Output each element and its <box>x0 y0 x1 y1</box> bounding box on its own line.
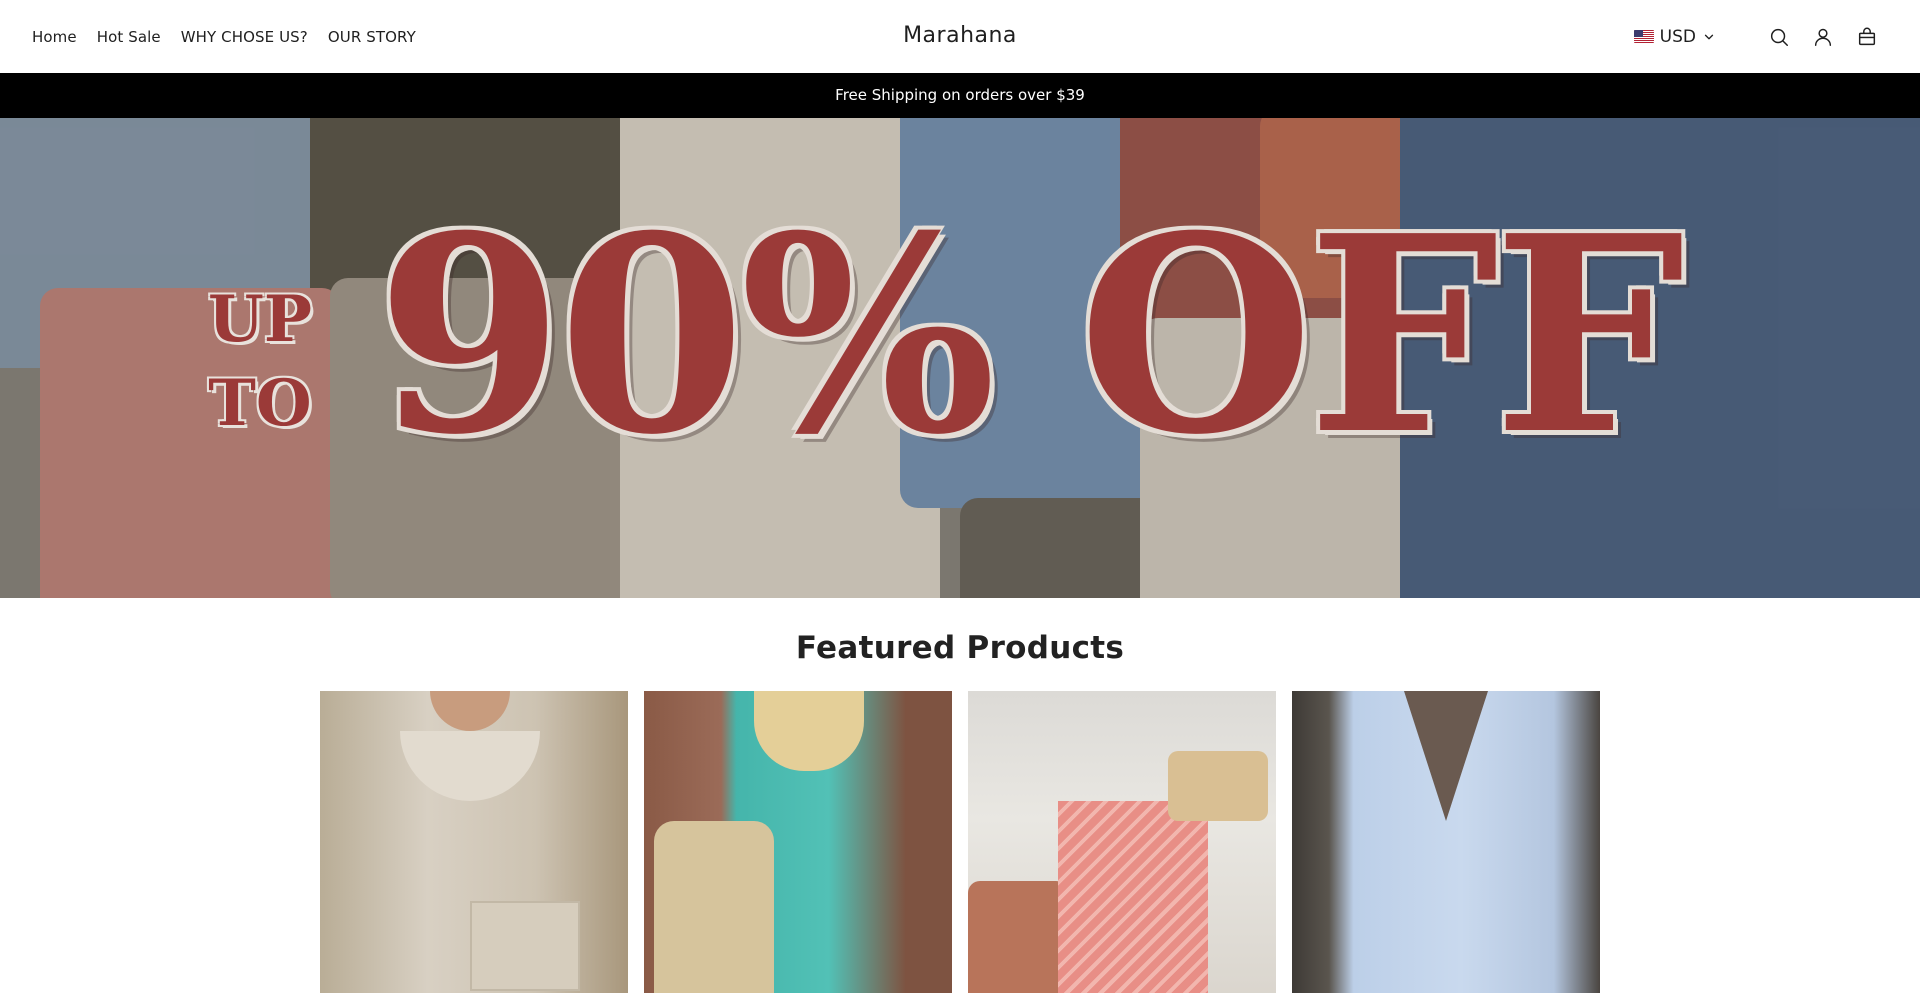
product-card[interactable] <box>968 691 1276 993</box>
hero-banner[interactable]: UP TO 90% OFF <box>0 118 1920 598</box>
nav-our-story[interactable]: OUR STORY <box>328 28 416 46</box>
chevron-down-icon <box>1702 30 1716 44</box>
header-tools: USD <box>1633 0 1878 73</box>
announcement-bar: Free Shipping on orders over $39 <box>0 73 1920 118</box>
nav-why-chose-us[interactable]: WHY CHOSE US? <box>181 28 308 46</box>
currency-selector[interactable]: USD <box>1633 26 1716 47</box>
nav-hot-sale[interactable]: Hot Sale <box>97 28 161 46</box>
featured-products-title: Featured Products <box>795 630 1125 666</box>
stool <box>968 881 1068 993</box>
cart-icon[interactable] <box>1856 26 1878 48</box>
nav-home[interactable]: Home <box>32 28 77 46</box>
v-neckline <box>1404 691 1488 821</box>
straw-basket <box>654 821 774 993</box>
search-icon[interactable] <box>1768 26 1790 48</box>
site-header: Home Hot Sale WHY CHOSE US? OUR STORY Ma… <box>0 0 1920 73</box>
promo-discount-text: 90% OFF <box>376 176 1685 494</box>
promo-up-text: UP <box>208 282 312 357</box>
promo-up-to: UP TO <box>208 278 312 446</box>
brand-logo[interactable]: Marahana <box>903 23 1017 48</box>
product-grid <box>320 691 1600 993</box>
front-pocket <box>470 901 580 991</box>
product-card[interactable] <box>1292 691 1600 993</box>
promo-to-text: TO <box>208 366 312 441</box>
currency-label: USD <box>1659 26 1696 47</box>
product-card[interactable] <box>644 691 952 993</box>
straw-crossbody-bag <box>1168 751 1268 821</box>
us-flag-icon <box>1633 30 1654 43</box>
account-icon[interactable] <box>1812 26 1834 48</box>
product-card[interactable] <box>320 691 628 993</box>
main-nav: Home Hot Sale WHY CHOSE US? OUR STORY <box>32 0 416 73</box>
announcement-text: Free Shipping on orders over $39 <box>835 86 1085 104</box>
patterned-pants <box>1058 801 1208 993</box>
